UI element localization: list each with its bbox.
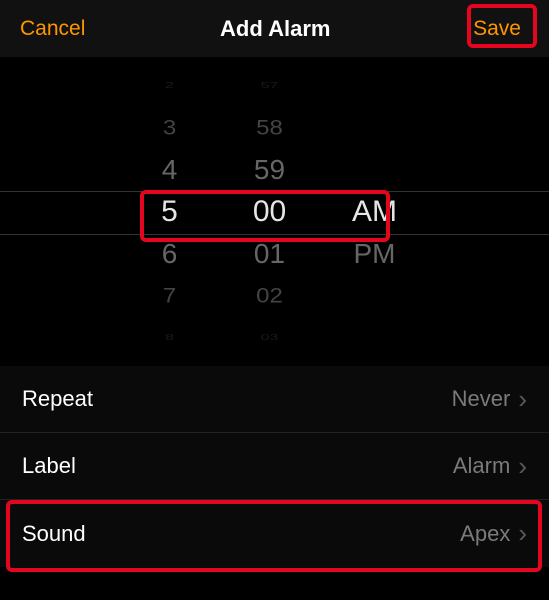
time-picker: 2 3 4 5 6 7 8 57 58 59 00 01 02 03 . . . [0,58,549,366]
label-value: Alarm [453,453,510,479]
minute-option[interactable]: 58 [256,109,283,147]
repeat-label: Repeat [22,386,93,412]
hour-wheel[interactable]: 2 3 4 5 6 7 8 [135,65,205,359]
repeat-row[interactable]: Repeat Never › [0,366,549,433]
minute-option[interactable]: 01 [254,233,285,275]
ampm-wheel[interactable]: . . . AM PM . . [335,65,415,359]
hour-option[interactable]: 2 [165,76,174,97]
hour-option[interactable]: 7 [163,277,176,315]
sound-value: Apex [460,521,510,547]
minute-wheel[interactable]: 57 58 59 00 01 02 03 [235,65,305,359]
minute-option[interactable]: 59 [254,149,285,191]
hour-option[interactable]: 4 [162,149,178,191]
sound-row[interactable]: Sound Apex › [0,500,549,567]
page-title: Add Alarm [220,16,330,42]
add-alarm-screen: Cancel Add Alarm Save 2 3 4 5 6 7 8 57 5… [0,0,549,600]
hour-option[interactable]: 3 [163,109,176,147]
sound-label: Sound [22,521,86,547]
cancel-button[interactable]: Cancel [20,17,85,41]
alarm-settings-list: Repeat Never › Label Alarm › Sound Apex … [0,366,549,567]
label-label: Label [22,453,76,479]
minute-option[interactable]: 02 [256,277,283,315]
chevron-right-icon: › [518,384,527,415]
chevron-right-icon: › [518,518,527,549]
ampm-selected[interactable]: AM [352,191,397,233]
chevron-right-icon: › [518,451,527,482]
header-bar: Cancel Add Alarm Save [0,0,549,58]
hour-option[interactable]: 8 [165,328,174,349]
save-button[interactable]: Save [465,13,529,45]
ampm-option[interactable]: PM [354,233,396,275]
label-row[interactable]: Label Alarm › [0,433,549,500]
repeat-value: Never [452,386,511,412]
minute-option[interactable]: 57 [261,76,279,97]
hour-selected[interactable]: 5 [161,191,178,233]
minute-selected[interactable]: 00 [253,191,286,233]
minute-option[interactable]: 03 [261,328,279,349]
hour-option[interactable]: 6 [162,233,178,275]
